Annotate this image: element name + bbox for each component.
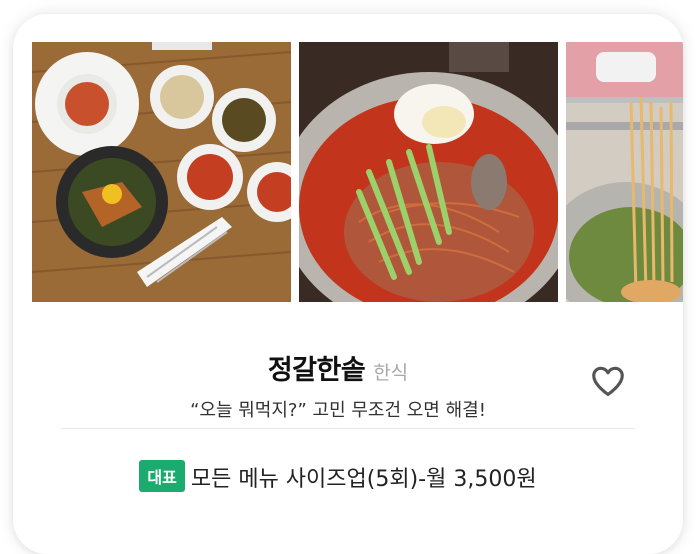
promo-text: 모든 메뉴 사이즈업(5회)-월 3,500원 xyxy=(190,467,537,492)
promo-row[interactable]: 대표 모든 메뉴 사이즈업(5회)-월 3,500원 xyxy=(13,460,663,493)
bibim-naengmyeon-photo[interactable] xyxy=(299,42,558,302)
restaurant-category: 한식 xyxy=(373,362,409,384)
noodles-photo[interactable] xyxy=(566,42,683,302)
restaurant-info: 정갈한솥 한식 “오늘 뭐먹지?” 고민 무조건 오면 해결! 대표 모든 메뉴 사… xyxy=(13,302,683,554)
favorite-button[interactable] xyxy=(589,362,627,400)
representative-badge: 대표 xyxy=(139,460,185,492)
restaurant-tagline: “오늘 뭐먹지?” 고민 무조건 오면 해결! xyxy=(190,400,486,421)
title-row: 정갈한솥 한식 xyxy=(13,348,663,387)
bibimbap-set-photo[interactable] xyxy=(32,42,291,302)
restaurant-card[interactable]: 정갈한솥 한식 “오늘 뭐먹지?” 고민 무조건 오면 해결! 대표 모든 메뉴 사… xyxy=(13,14,683,554)
divider xyxy=(61,428,635,429)
restaurant-name: 정갈한솥 xyxy=(267,355,366,386)
heart-icon xyxy=(592,366,624,397)
